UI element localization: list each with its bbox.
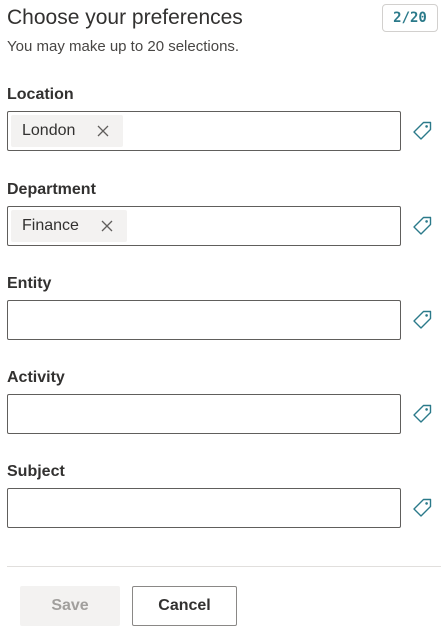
close-icon bbox=[97, 125, 109, 137]
chip-label: Finance bbox=[22, 217, 79, 234]
field-activity: Activity bbox=[7, 368, 437, 434]
field-label-activity: Activity bbox=[7, 369, 65, 386]
tag-button-location[interactable] bbox=[410, 119, 434, 143]
remove-chip-button[interactable] bbox=[96, 124, 110, 138]
field-label-location: Location bbox=[7, 86, 74, 103]
footer-divider bbox=[7, 566, 441, 567]
tag-icon bbox=[413, 498, 432, 517]
field-label-entity: Entity bbox=[7, 275, 52, 292]
close-icon bbox=[101, 220, 113, 232]
field-label-subject: Subject bbox=[7, 463, 65, 480]
field-department: Department Finance bbox=[7, 180, 437, 246]
field-entity: Entity bbox=[7, 274, 437, 340]
tag-icon bbox=[413, 216, 432, 235]
selection-count-badge: 2/20 bbox=[382, 4, 438, 32]
tag-icon bbox=[413, 121, 432, 140]
field-label-department: Department bbox=[7, 181, 96, 198]
selected-chip-location: London bbox=[11, 115, 124, 147]
tag-button-department[interactable] bbox=[410, 214, 434, 238]
selected-chip-department: Finance bbox=[11, 210, 127, 242]
department-picker-input[interactable]: Finance bbox=[7, 206, 401, 246]
save-button[interactable]: Save bbox=[20, 586, 120, 626]
tag-icon bbox=[413, 404, 432, 423]
chip-label: London bbox=[22, 122, 76, 139]
field-subject: Subject bbox=[7, 462, 437, 528]
page-subtitle: You may make up to 20 selections. bbox=[7, 38, 240, 55]
page-title: Choose your preferences bbox=[7, 6, 243, 29]
remove-chip-button[interactable] bbox=[100, 219, 114, 233]
entity-picker-input[interactable] bbox=[7, 300, 401, 340]
tag-button-activity[interactable] bbox=[410, 402, 434, 426]
tag-button-entity[interactable] bbox=[410, 308, 434, 332]
panel-header: Choose your preferences You may make up … bbox=[7, 4, 444, 60]
subject-picker-input[interactable] bbox=[7, 488, 401, 528]
tag-icon bbox=[413, 310, 432, 329]
field-location: Location London bbox=[7, 85, 437, 151]
tag-button-subject[interactable] bbox=[410, 496, 434, 520]
location-picker-input[interactable]: London bbox=[7, 111, 401, 151]
cancel-button[interactable]: Cancel bbox=[132, 586, 237, 626]
activity-picker-input[interactable] bbox=[7, 394, 401, 434]
